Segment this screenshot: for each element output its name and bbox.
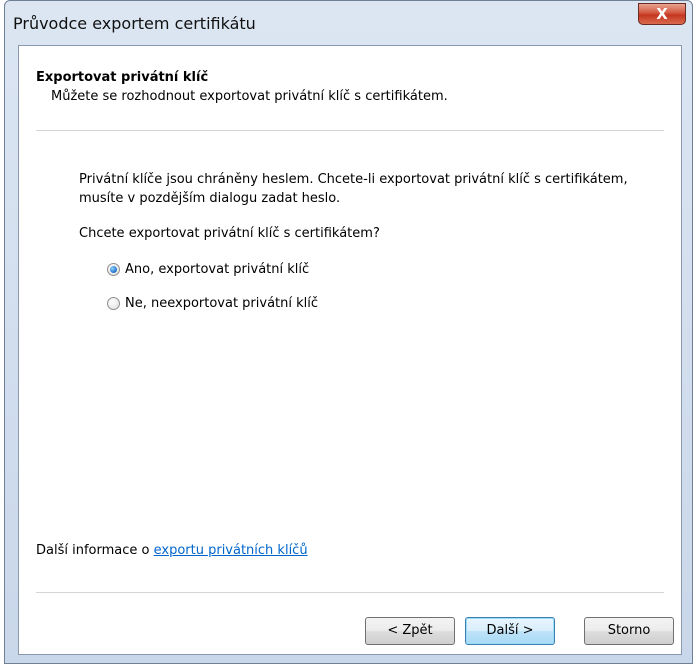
export-question: Chcete exportovat privátní klíč s certif… <box>79 226 380 241</box>
footer-divider <box>36 592 664 593</box>
more-info-link[interactable]: exportu privátních klíčů <box>154 543 308 558</box>
close-icon: X <box>656 5 668 23</box>
description-line-1: Privátní klíče jsou chráněny heslem. Chc… <box>79 172 628 187</box>
radio-option-export-label[interactable]: Ano, exportovat privátní klíč <box>125 262 309 277</box>
radio-option-export[interactable]: Ano, exportovat privátní klíč <box>107 259 309 279</box>
page-title: Exportovat privátní klíč <box>36 70 209 85</box>
more-info-prefix: Další informace o <box>36 543 150 558</box>
description-line-2: musíte v pozdějším dialogu zadat heslo. <box>79 191 341 206</box>
close-button[interactable]: X <box>638 3 686 25</box>
title-bar[interactable]: Průvodce exportem certifikátu X <box>5 1 692 45</box>
certificate-export-wizard-window: Průvodce exportem certifikátu X Exportov… <box>4 0 693 664</box>
radio-option-no-export[interactable]: Ne, neexportovat privátní klíč <box>107 293 318 313</box>
window-title: Průvodce exportem certifikátu <box>13 14 256 33</box>
back-button[interactable]: < Zpět <box>365 617 455 645</box>
more-info-text: Další informace o exportu privátních klí… <box>36 543 308 558</box>
wizard-content: Exportovat privátní klíč Můžete se rozho… <box>18 45 682 655</box>
page-subtitle: Můžete se rozhodnout exportovat privátní… <box>51 89 448 104</box>
description-text: Privátní klíče jsou chráněny heslem. Chc… <box>79 170 669 208</box>
radio-button-unselected[interactable] <box>107 296 120 310</box>
header-divider <box>36 130 664 131</box>
radio-button-selected[interactable] <box>107 262 120 276</box>
radio-option-no-export-label[interactable]: Ne, neexportovat privátní klíč <box>125 296 318 311</box>
cancel-button[interactable]: Storno <box>584 617 674 645</box>
next-button[interactable]: Další > <box>465 617 555 645</box>
